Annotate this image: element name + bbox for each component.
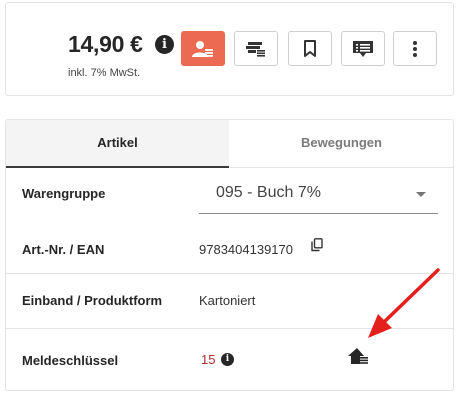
detail-tabs: Artikel Bewegungen — [6, 120, 453, 168]
more-vertical-icon — [413, 40, 417, 57]
stock-list-button[interactable] — [234, 31, 278, 66]
tab-artikel[interactable]: Artikel — [6, 120, 229, 168]
article-detail-panel: Artikel Bewegungen Warengruppe 095 - Buc… — [5, 119, 454, 391]
price-panel: 14,90 € i inkl. 7% MwSt. — [5, 2, 454, 96]
artnr-label: Art.-Nr. / EAN — [22, 242, 105, 257]
tax-note: inkl. 7% MwSt. — [68, 67, 141, 79]
meldeschluessel-label: Meldeschlüssel — [22, 353, 119, 368]
list-flag-button[interactable] — [341, 31, 385, 66]
artnr-value: 9783404139170 — [199, 242, 293, 257]
einband-value: Kartoniert — [199, 293, 256, 308]
stock-list-icon — [246, 41, 265, 57]
price-value: 14,90 € — [68, 31, 143, 57]
copy-icon[interactable] — [311, 238, 323, 252]
more-options-button[interactable] — [393, 31, 437, 66]
warengruppe-select[interactable]: 095 - Buch 7% — [199, 176, 438, 214]
warengruppe-label: Warengruppe — [22, 186, 106, 201]
meldeschluessel-info-icon[interactable]: i — [221, 353, 234, 366]
list-flag-icon — [353, 40, 373, 57]
price-info-icon[interactable]: i — [155, 35, 174, 54]
caret-down-icon — [416, 192, 426, 197]
red-arrow-annotation — [368, 268, 440, 338]
tab-bewegungen[interactable]: Bewegungen — [230, 120, 453, 168]
bookmark-icon — [304, 40, 316, 57]
customer-order-button[interactable] — [181, 31, 225, 66]
bookmark-button[interactable] — [288, 31, 332, 66]
meldeschluessel-value: 15 — [201, 352, 216, 367]
house-list-icon[interactable] — [347, 347, 369, 365]
einband-label: Einband / Produktform — [22, 293, 163, 308]
warengruppe-value: 095 - Buch 7% — [216, 184, 321, 201]
customer-order-icon — [192, 40, 213, 57]
